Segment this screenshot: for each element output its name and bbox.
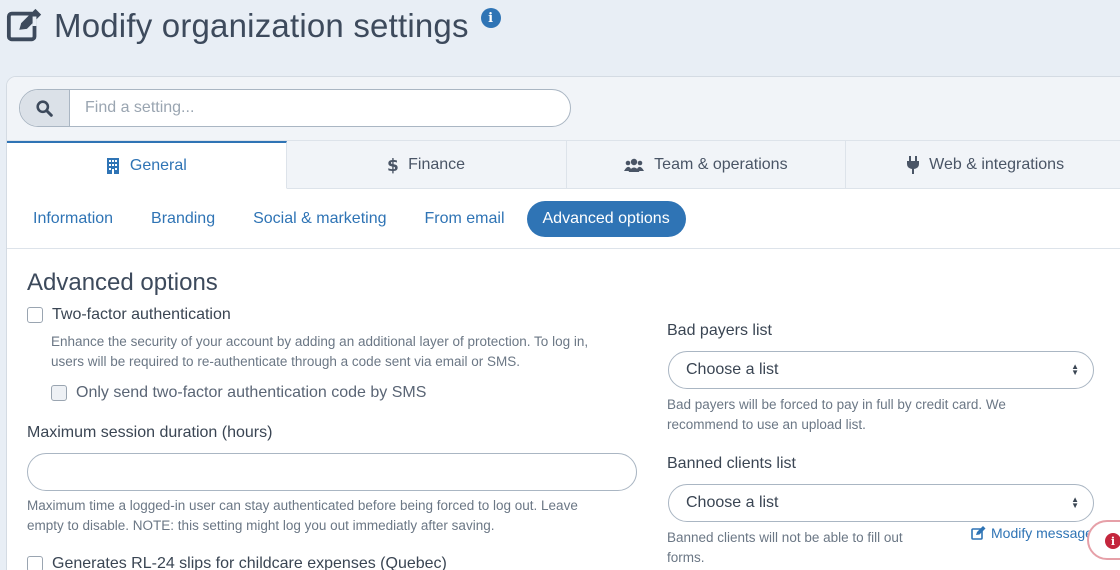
tab-finance[interactable]: $ Finance [286, 141, 567, 188]
users-icon [624, 158, 645, 172]
svg-text:$: $ [387, 156, 398, 174]
page-title: Modify organization settings [54, 7, 469, 44]
subtab-from-email[interactable]: From email [408, 201, 520, 237]
tab-web-integrations[interactable]: Web & integrations [846, 141, 1120, 188]
floating-help-badge[interactable]: i [1087, 520, 1120, 560]
tab-finance-label: Finance [408, 155, 466, 173]
session-duration-input[interactable] [27, 453, 637, 491]
dollar-icon: $ [387, 156, 398, 174]
info-icon: i [1105, 533, 1120, 549]
banned-clients-select[interactable]: Choose a list ▲ ▼ [668, 484, 1094, 522]
tab-web-integrations-label: Web & integrations [929, 155, 1065, 173]
banned-clients-label: Banned clients list [667, 455, 796, 472]
modify-message-link[interactable]: Modify message [971, 525, 1093, 541]
tab-team-operations[interactable]: Team & operations [566, 141, 847, 188]
info-icon[interactable]: i [480, 8, 501, 28]
subtab-social-marketing[interactable]: Social & marketing [237, 201, 402, 237]
search-input[interactable] [70, 90, 570, 126]
subtab-advanced-options[interactable]: Advanced options [526, 200, 686, 237]
sms-only-label: Only send two-factor authentication code… [76, 384, 427, 401]
modify-message-label: Modify message [991, 525, 1093, 541]
bad-payers-label: Bad payers list [667, 322, 772, 339]
bad-payers-help-line2: recommend to use an upload list. [667, 417, 866, 432]
bad-payers-selected: Choose a list [686, 361, 779, 378]
two-factor-checkbox[interactable] [27, 307, 43, 323]
page-header: Modify organization settings i [6, 4, 501, 48]
edit-icon [6, 8, 42, 42]
sms-only-checkbox[interactable] [51, 385, 67, 401]
search-box [19, 89, 571, 127]
sub-tabs: Information Branding Social & marketing … [7, 189, 1120, 249]
rl24-checkbox[interactable] [27, 556, 43, 570]
search-icon [36, 99, 53, 117]
advanced-options-panel: Advanced options Two-factor authenticati… [7, 249, 1120, 570]
banned-clients-help-line2: forms. [667, 550, 705, 565]
two-factor-row[interactable]: Two-factor authentication [27, 306, 231, 324]
settings-card: General $ Finance Team & operations [6, 76, 1120, 570]
tab-team-operations-label: Team & operations [654, 155, 788, 173]
session-duration-label: Maximum session duration (hours) [27, 424, 273, 441]
edit-icon [971, 526, 986, 540]
session-help-line1: Maximum time a logged-in user can stay a… [27, 498, 578, 513]
plug-icon [907, 155, 920, 174]
two-factor-help: Enhance the security of your account by … [51, 332, 588, 372]
bad-payers-help-line1: Bad payers will be forced to pay in full… [667, 397, 1006, 412]
search-button[interactable] [20, 90, 70, 126]
banned-clients-help-line1: Banned clients will not be able to fill … [667, 530, 903, 545]
two-factor-help-line2: users will be required to re-authenticat… [51, 354, 520, 369]
select-arrows-icon: ▲ ▼ [1071, 495, 1079, 510]
tab-general-label: General [129, 156, 187, 174]
tab-general[interactable]: General [7, 141, 287, 189]
rl24-row[interactable]: Generates RL-24 slips for childcare expe… [27, 555, 447, 570]
rl24-label: Generates RL-24 slips for childcare expe… [52, 555, 447, 570]
session-help-line2: empty to disable. NOTE: this setting mig… [27, 518, 495, 533]
search-strip [7, 77, 1120, 141]
session-duration-help: Maximum time a logged-in user can stay a… [27, 496, 578, 536]
banned-clients-help: Banned clients will not be able to fill … [667, 528, 903, 568]
banned-clients-selected: Choose a list [686, 494, 779, 511]
building-icon [106, 157, 119, 174]
sms-only-row[interactable]: Only send two-factor authentication code… [51, 384, 426, 402]
section-title: Advanced options [27, 269, 218, 296]
bad-payers-help: Bad payers will be forced to pay in full… [667, 395, 1006, 435]
bad-payers-select[interactable]: Choose a list ▲ ▼ [668, 351, 1094, 389]
subtab-branding[interactable]: Branding [135, 201, 231, 237]
main-tabs: General $ Finance Team & operations Web … [7, 141, 1120, 189]
select-arrows-icon: ▲ ▼ [1071, 362, 1079, 377]
two-factor-help-line1: Enhance the security of your account by … [51, 334, 589, 349]
two-factor-label: Two-factor authentication [52, 306, 231, 323]
subtab-information[interactable]: Information [17, 201, 129, 237]
